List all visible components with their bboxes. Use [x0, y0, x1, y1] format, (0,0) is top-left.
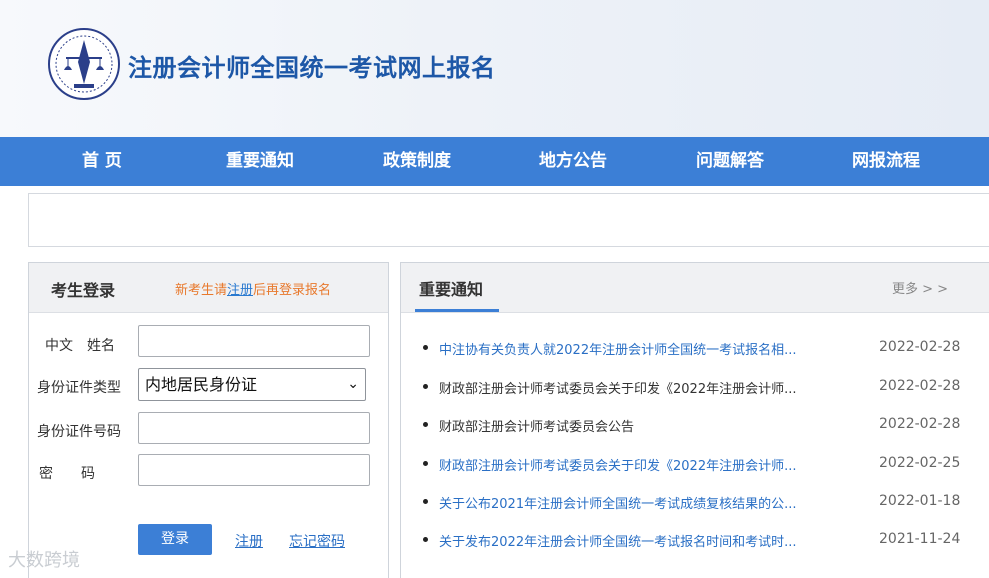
watermark: 大数跨境 — [8, 550, 80, 571]
hint-suffix: 后再登录报名 — [253, 283, 332, 298]
notice-link[interactable]: 财政部注册会计师考试委员会关于印发《2022年注册会计师... — [439, 455, 849, 474]
notice-date: 2022-02-28 — [879, 339, 961, 355]
bullet-icon — [423, 422, 428, 427]
id-type-label: 身份证件类型 — [37, 380, 121, 396]
hint-prefix: 新考生请 — [175, 283, 228, 298]
password-label: 密 码 — [39, 466, 95, 482]
site-header: 注册会计师全国统一考试网上报名 — [0, 0, 989, 137]
chevron-down-icon: ⌄ — [347, 376, 359, 392]
notice-title-underline — [415, 309, 499, 312]
id-number-input[interactable] — [138, 412, 370, 444]
nav-faq[interactable]: 问题解答 — [696, 137, 764, 186]
nav-policy[interactable]: 政策制度 — [383, 137, 451, 186]
more-link[interactable]: 更多 > > — [892, 278, 948, 297]
nav-process[interactable]: 网报流程 — [852, 137, 920, 186]
login-title: 考生登录 — [51, 281, 116, 300]
notice-row[interactable]: 关于公布2021年注册会计师全国统一考试成绩复核结果的公... 2022-01-1… — [401, 491, 989, 515]
notice-date: 2022-02-28 — [879, 416, 961, 432]
notice-date: 2022-02-28 — [879, 378, 961, 394]
bullet-icon — [423, 461, 428, 466]
bullet-icon — [423, 345, 428, 350]
main-nav: 首 页 重要通知 政策制度 地方公告 问题解答 网报流程 — [0, 137, 989, 186]
notice-row[interactable]: 财政部注册会计师考试委员会关于印发《2022年注册会计师... 2022-02-2… — [401, 453, 989, 477]
nav-local-announcements[interactable]: 地方公告 — [539, 137, 607, 186]
notice-row[interactable]: 关于发布2022年注册会计师全国统一考试报名时间和考试时... 2021-11-2… — [401, 529, 989, 553]
login-panel: 考生登录 新考生请注册后再登录报名 中文 姓名 身份证件类型 内地居民身份证 ⌄… — [28, 262, 389, 578]
notice-link[interactable]: 财政部注册会计师考试委员会关于印发《2022年注册会计师... — [439, 378, 849, 397]
notice-date: 2022-01-18 — [879, 493, 961, 509]
banner-area — [28, 193, 989, 247]
notice-row[interactable]: 财政部注册会计师考试委员会公告 2022-02-28 — [401, 414, 989, 438]
notice-link[interactable]: 关于公布2021年注册会计师全国统一考试成绩复核结果的公... — [439, 493, 849, 512]
login-header: 考生登录 新考生请注册后再登录报名 — [29, 263, 388, 313]
notice-panel: 重要通知 更多 > > 中注协有关负责人就2022年注册会计师全国统一考试报名相… — [400, 262, 989, 578]
nav-notices[interactable]: 重要通知 — [226, 137, 294, 186]
bullet-icon — [423, 537, 428, 542]
notice-link[interactable]: 关于发布2022年注册会计师全国统一考试报名时间和考试时... — [439, 531, 849, 550]
notice-row[interactable]: 中注协有关负责人就2022年注册会计师全国统一考试报名相... 2022-02-2… — [401, 337, 989, 361]
cicpa-logo-icon — [46, 26, 122, 102]
bullet-icon — [423, 499, 428, 504]
notice-date: 2021-11-24 — [879, 531, 961, 547]
notice-row[interactable]: 财政部注册会计师考试委员会关于印发《2022年注册会计师... 2022-02-2… — [401, 376, 989, 400]
site-title: 注册会计师全国统一考试网上报名 — [128, 54, 496, 82]
login-button[interactable]: 登录 — [138, 524, 212, 555]
name-label: 中文 姓名 — [45, 338, 115, 354]
id-type-select[interactable]: 内地居民身份证 ⌄ — [138, 368, 366, 401]
password-input[interactable] — [138, 454, 370, 486]
hint-register-link[interactable]: 注册 — [227, 283, 253, 298]
id-number-label: 身份证件号码 — [37, 424, 121, 440]
notice-link[interactable]: 中注协有关负责人就2022年注册会计师全国统一考试报名相... — [439, 339, 849, 358]
notice-date: 2022-02-25 — [879, 455, 961, 471]
register-hint: 新考生请注册后再登录报名 — [175, 279, 331, 298]
id-type-value: 内地居民身份证 — [145, 375, 258, 394]
register-link[interactable]: 注册 — [235, 531, 263, 551]
notice-title: 重要通知 — [419, 280, 484, 299]
nav-home[interactable]: 首 页 — [82, 137, 122, 186]
bullet-icon — [423, 384, 428, 389]
name-input[interactable] — [138, 325, 370, 357]
notice-header: 重要通知 更多 > > — [401, 263, 989, 313]
forgot-password-link[interactable]: 忘记密码 — [289, 531, 345, 551]
notice-link[interactable]: 财政部注册会计师考试委员会公告 — [439, 416, 849, 435]
